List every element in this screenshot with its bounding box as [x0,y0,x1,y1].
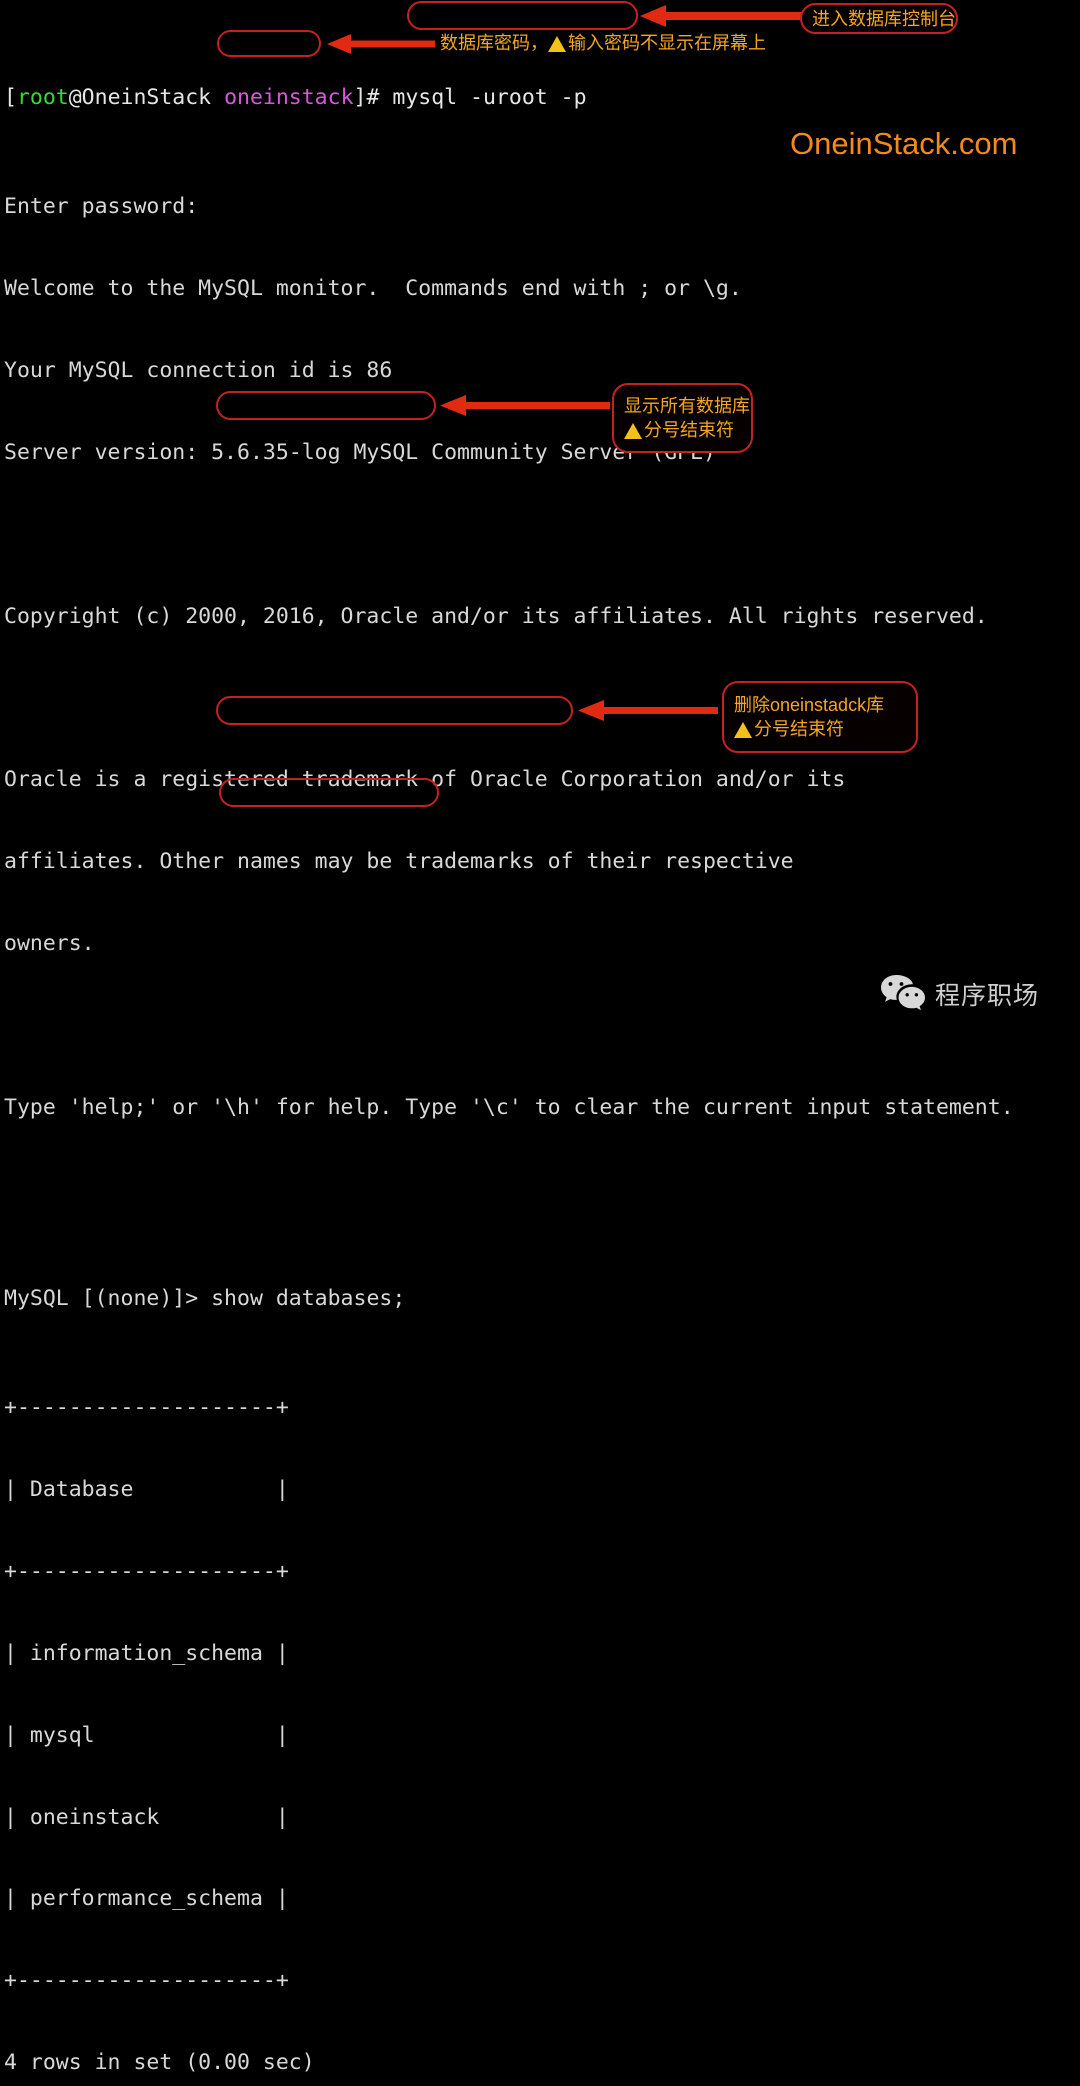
callout-drop-database: 删除oneinstadck库 分号结束符 [722,681,918,753]
enter-password-line: Enter password: [4,194,212,220]
oneinstack-watermark: OneinStack.com [790,126,1018,161]
warning-triangle-icon [548,36,566,52]
warning-triangle-icon [734,722,752,738]
prompt-host: @OneinStack [68,84,225,110]
wechat-icon [880,973,926,1015]
mysql-command-show-databases-1: show databases; [211,1285,406,1311]
copyright-line: Copyright (c) 2000, 2016, Oracle and/or … [4,603,988,629]
callout-drop-database-line2: 分号结束符 [754,719,844,739]
welcome-line: Welcome to the MySQL monitor. Commands e… [4,275,742,301]
callout-enter-console-text: 进入数据库控制台 [812,8,956,29]
callout-enter-console: 进入数据库控制台 [800,3,958,34]
warning-triangle-icon [624,423,642,439]
mysql-prompt-line-1: MySQL [(none)]> show databases; [4,1285,1080,1312]
table-row: | performance_schema | [4,1886,289,1912]
callout-show-databases-line1: 显示所有数据库 [624,396,750,416]
prompt-user: root [16,84,69,110]
prompt-dir: oneinstack [224,84,354,110]
password-note-warn-text: 输入密码不显示在屏幕上 [568,33,766,53]
row-count-1: 4 rows in set (0.00 sec) [4,2050,315,2076]
trademark-line-1: Oracle is a registered trademark of Orac… [4,767,846,793]
table-header-1: | Database | [4,1477,289,1503]
table-border-top-1: +--------------------+ [4,1395,289,1421]
callout-show-databases: 显示所有数据库 分号结束符 [612,383,753,453]
callout-show-databases-line2: 分号结束符 [644,420,734,440]
table-border-bottom-1: +--------------------+ [4,1968,289,1994]
prompt-tail: ]# [353,84,393,110]
trademark-line-2: affiliates. Other names may be trademark… [4,849,794,875]
wechat-label: 程序职场 [935,982,1040,1010]
shell-command-mysql-login: mysql -uroot -p [392,84,587,110]
password-note: 数据库密码， 输入密码不显示在屏幕上 [440,32,766,54]
connection-id-line: Your MySQL connection id is 86 [4,357,393,383]
password-note-text: 数据库密码， [440,33,548,53]
table-row: | mysql | [4,1722,289,1748]
wechat-branding: 程序职场 [880,973,1039,1015]
callout-drop-database-line1: 删除oneinstadck库 [734,695,885,715]
mysql-prompt: MySQL [(none)]> [4,1285,212,1311]
help-hint-line: Type 'help;' or '\h' for help. Type '\c'… [4,1094,1014,1120]
prompt-open-bracket: [ [4,84,17,110]
trademark-line-3: owners. [4,931,95,957]
table-border-mid-1: +--------------------+ [4,1558,289,1584]
server-version-line: Server version: 5.6.35-log MySQL Communi… [4,439,716,465]
table-row: | information_schema | [4,1640,289,1666]
table-row: | oneinstack | [4,1804,289,1830]
shell-prompt-line: [root@OneinStack oneinstack]# mysql -uro… [4,84,1080,111]
